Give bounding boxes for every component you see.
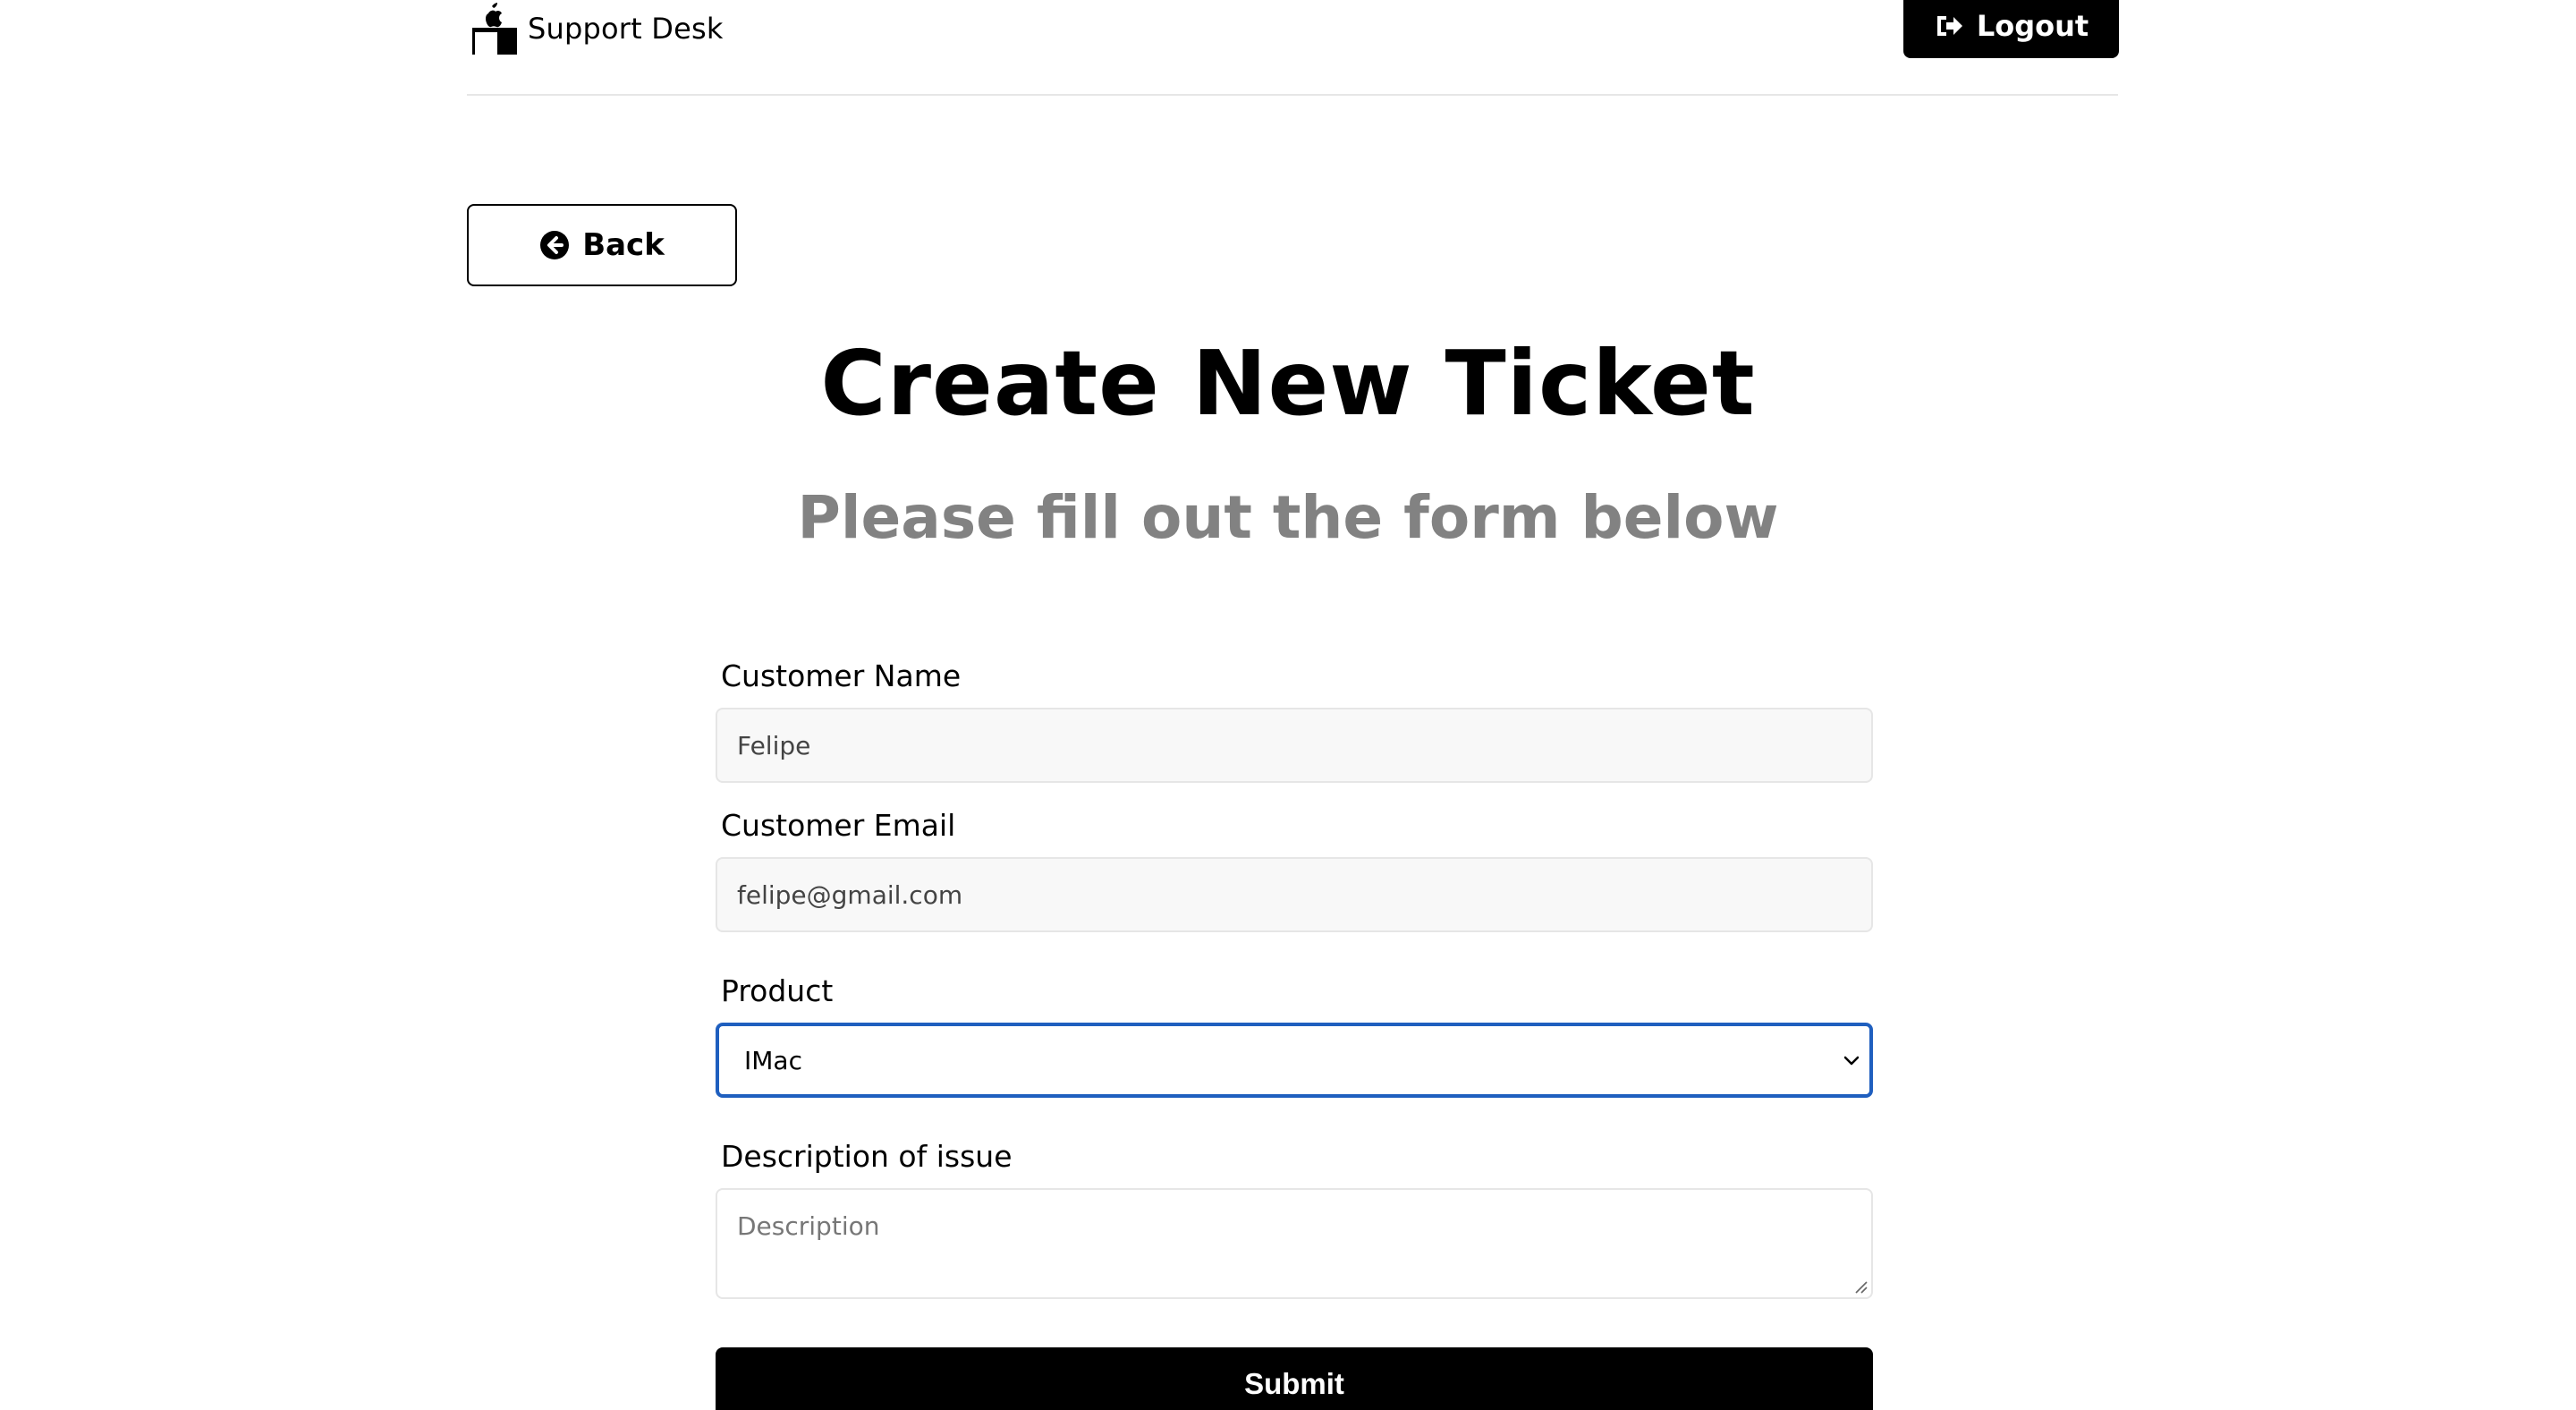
logout-label: Logout xyxy=(1976,8,2089,43)
page: Support Desk Logout Back Create New Tick… xyxy=(0,0,2576,1410)
product-label: Product xyxy=(721,973,834,1008)
description-group: Description of issue Description xyxy=(716,1139,1873,1299)
product-select[interactable]: IMac xyxy=(716,1023,1873,1098)
page-subtitle: Please fill out the form below xyxy=(797,483,1779,552)
description-textarea[interactable]: Description xyxy=(716,1188,1873,1299)
email-group: Customer Email xyxy=(716,808,1873,932)
customer-email-input[interactable] xyxy=(716,857,1873,932)
customer-name-input[interactable] xyxy=(716,708,1873,783)
name-label: Customer Name xyxy=(721,658,962,693)
brand-link[interactable]: Support Desk xyxy=(470,2,724,55)
ticket-form: Customer Name Customer Email Product IMa… xyxy=(716,658,1873,1410)
description-placeholder: Description xyxy=(737,1211,880,1241)
desk-icon xyxy=(472,3,517,55)
resize-handle-icon[interactable] xyxy=(1852,1278,1868,1294)
back-button[interactable]: Back xyxy=(467,204,737,286)
product-selected-value: IMac xyxy=(744,1045,802,1075)
brand-label: Support Desk xyxy=(528,12,724,46)
chevron-down-icon xyxy=(1843,1056,1860,1066)
name-group: Customer Name xyxy=(716,658,1873,783)
arrow-circle-left-icon xyxy=(540,231,570,259)
submit-button[interactable]: Submit xyxy=(716,1347,1873,1410)
back-label: Back xyxy=(582,227,665,263)
page-title: Create New Ticket xyxy=(820,331,1756,436)
sign-out-icon xyxy=(1936,15,1962,36)
logout-button[interactable]: Logout xyxy=(1903,0,2119,58)
email-label: Customer Email xyxy=(721,808,956,843)
top-header: Support Desk Logout xyxy=(467,0,2119,96)
description-label: Description of issue xyxy=(721,1139,1013,1174)
product-group: Product IMac xyxy=(716,973,1873,1098)
